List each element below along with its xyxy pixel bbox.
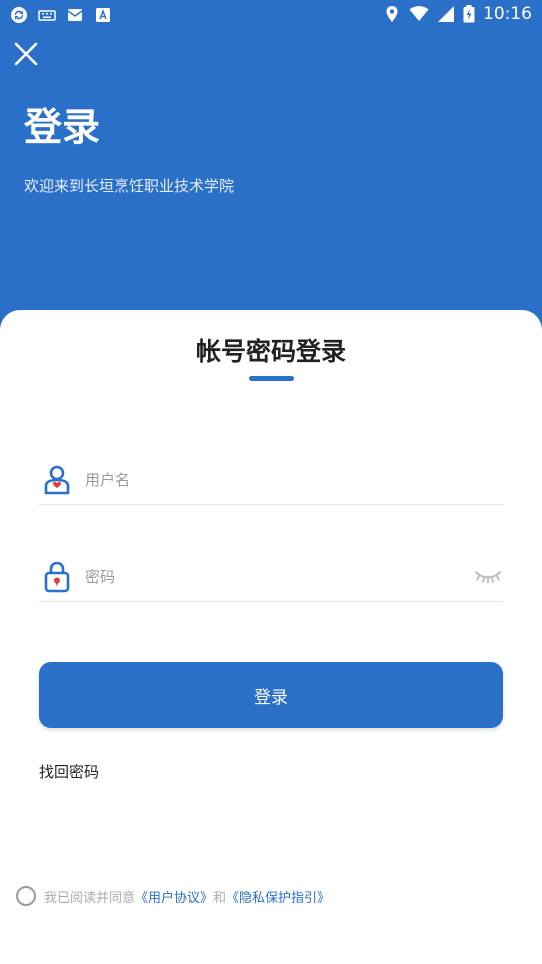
privacy-policy-link[interactable]: 《隐私保护指引》 bbox=[226, 887, 330, 906]
password-field bbox=[39, 541, 503, 602]
page-title: 登录 bbox=[24, 105, 101, 149]
agreement-row: 我已阅读并同意 《用户协议》 和 《隐私保护指引》 bbox=[16, 886, 330, 906]
mail-icon bbox=[67, 9, 83, 21]
agreement-checkbox[interactable] bbox=[16, 886, 36, 906]
login-button[interactable]: 登录 bbox=[39, 662, 503, 728]
card-title: 帐号密码登录 bbox=[195, 337, 346, 366]
battery-icon bbox=[463, 5, 475, 23]
page-subtitle: 欢迎来到长垣烹饪职业技术学院 bbox=[24, 177, 235, 195]
header: 10:16 登录 欢迎来到长垣烹饪职业技术学院 bbox=[0, 0, 542, 340]
close-icon[interactable] bbox=[12, 40, 40, 68]
agreement-prefix: 我已阅读并同意 bbox=[44, 890, 136, 906]
status-time: 10:16 bbox=[483, 4, 532, 24]
status-bar: 10:16 bbox=[0, 0, 542, 30]
location-icon bbox=[386, 6, 398, 22]
eye-closed-icon[interactable] bbox=[473, 569, 503, 585]
agreement-and: 和 bbox=[213, 890, 227, 906]
keyboard-icon bbox=[38, 10, 56, 21]
login-card: 帐号密码登录 登录 找回密码 我已阅读并同意 《用户协议》 和 《隐私保护指引》 bbox=[0, 310, 542, 964]
lock-icon bbox=[44, 561, 70, 593]
sync-icon bbox=[11, 7, 27, 23]
password-input[interactable] bbox=[85, 565, 445, 589]
username-field bbox=[39, 444, 503, 505]
username-input[interactable] bbox=[85, 468, 445, 492]
font-app-icon bbox=[96, 8, 110, 22]
wifi-icon bbox=[409, 6, 429, 21]
user-icon bbox=[44, 465, 70, 495]
card-title-underline bbox=[249, 376, 294, 381]
user-agreement-link[interactable]: 《用户协议》 bbox=[135, 887, 213, 906]
forgot-password-link[interactable]: 找回密码 bbox=[39, 761, 99, 782]
signal-icon bbox=[438, 6, 454, 22]
